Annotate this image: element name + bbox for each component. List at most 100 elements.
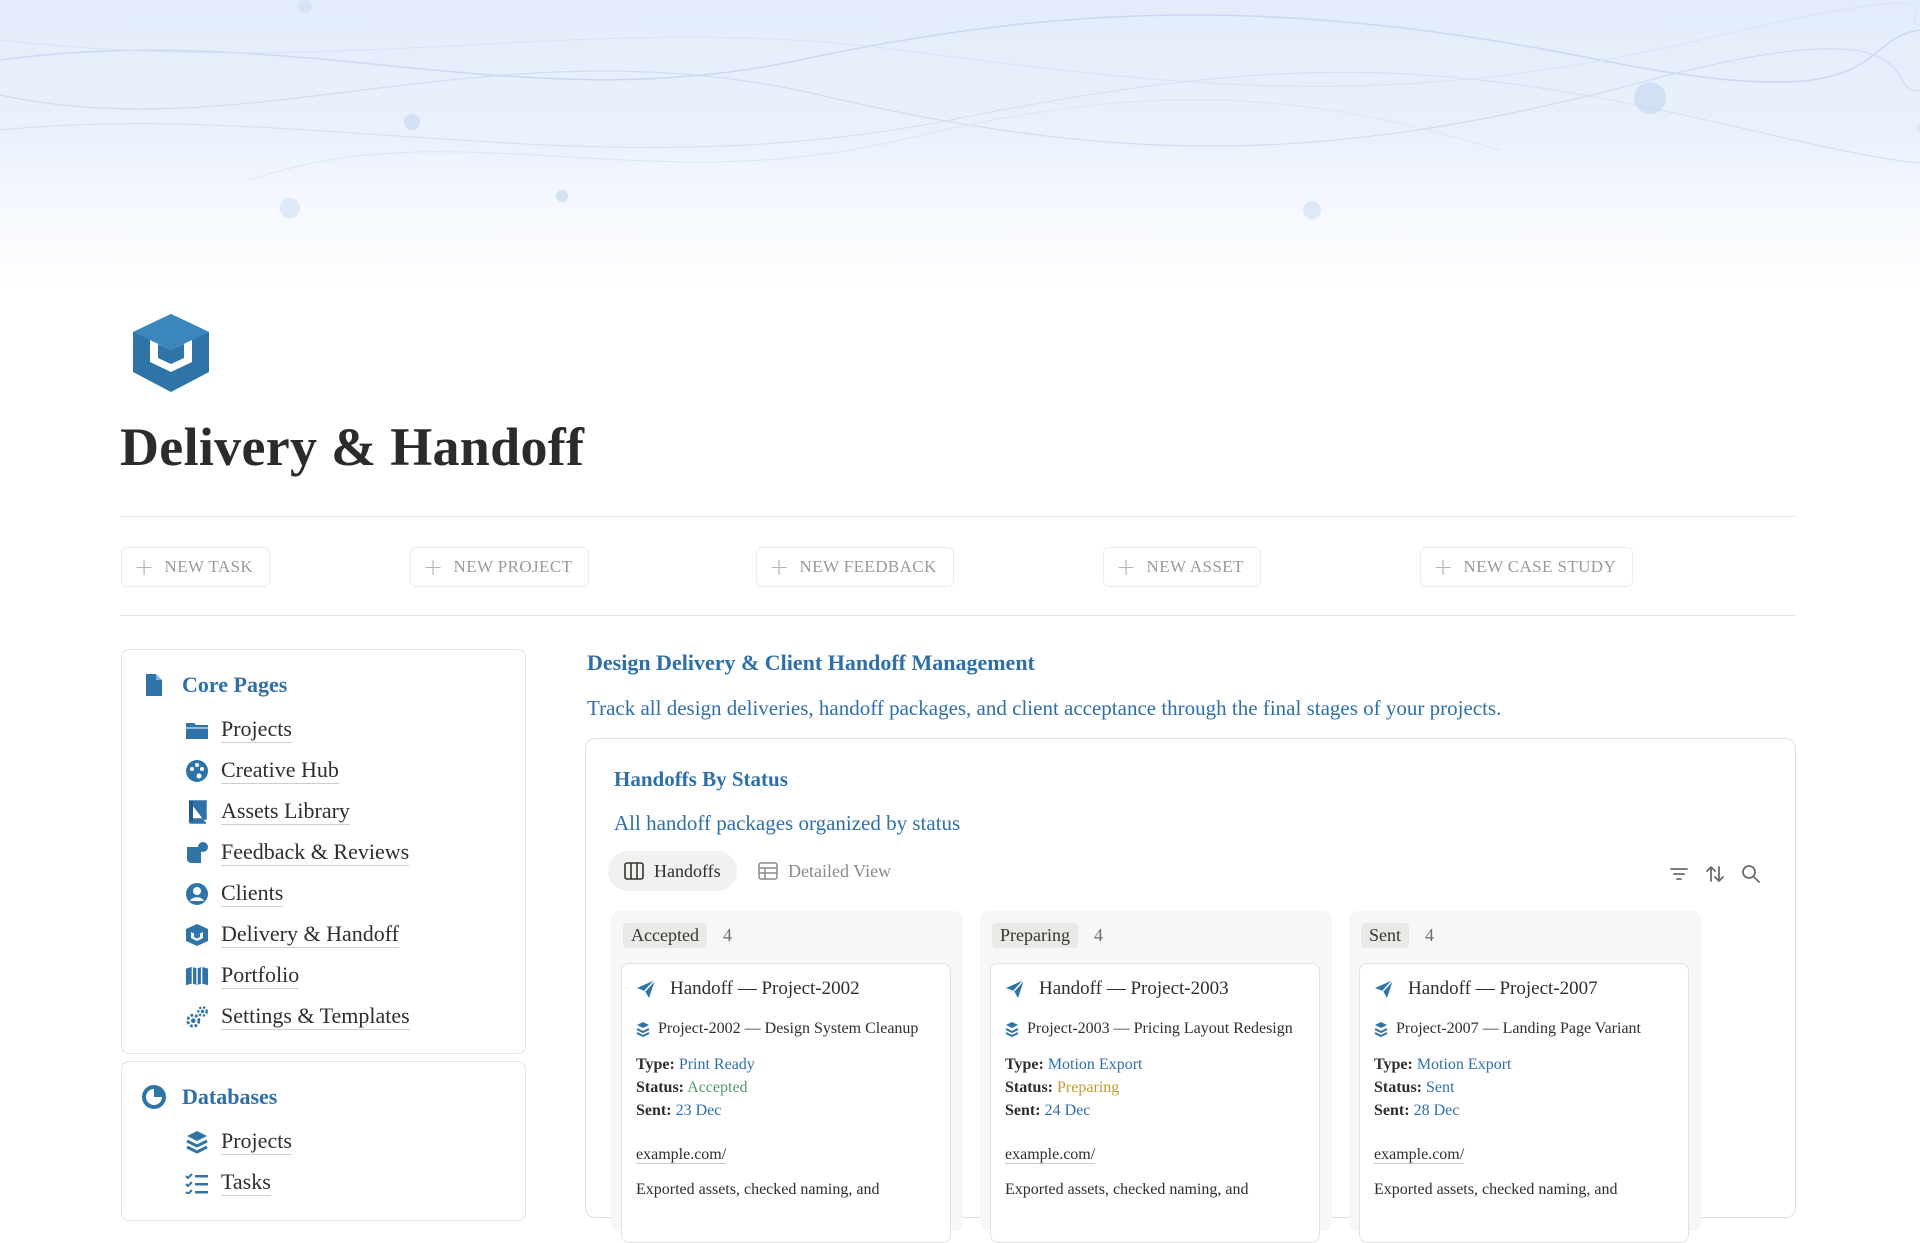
paper-plane-icon bbox=[1375, 979, 1394, 998]
open-book-icon bbox=[185, 964, 209, 988]
type-value: Motion Export bbox=[1047, 1056, 1143, 1073]
type-value: Motion Export bbox=[1416, 1056, 1512, 1073]
column-count: 4 bbox=[722, 925, 732, 945]
status-value: Accepted bbox=[687, 1079, 748, 1096]
nav-item-creative-hub[interactable]: Creative Hub bbox=[185, 757, 339, 784]
document-icon bbox=[146, 674, 162, 696]
search-icon[interactable] bbox=[1740, 863, 1762, 885]
card-title-text: Handoff — Project-2002 bbox=[670, 978, 860, 999]
link-text[interactable]: example.com/ bbox=[1374, 1146, 1465, 1164]
card-title: Handoff — Project-2007 bbox=[1374, 978, 1598, 1000]
database-title[interactable]: Handoffs By Status bbox=[614, 767, 788, 792]
board-column-accepted: Accepted 4 Handoff — Project-2002 Projec… bbox=[611, 911, 963, 1243]
folder-icon bbox=[185, 718, 209, 742]
column-header[interactable]: Accepted 4 bbox=[623, 923, 732, 948]
card-project-text: Project-2003 — Pricing Layout Redesign bbox=[1027, 1020, 1293, 1037]
section-description: Track all design deliveries, handoff pac… bbox=[587, 696, 1502, 720]
card-title: Handoff — Project-2002 bbox=[636, 978, 860, 1000]
nav-item-label: Projects bbox=[221, 1128, 292, 1155]
nav-item-db-tasks[interactable]: Tasks bbox=[185, 1169, 271, 1196]
checklist-icon bbox=[185, 1171, 209, 1195]
tab-handoffs[interactable]: Handoffs bbox=[608, 851, 737, 891]
card-project-relation[interactable]: Project-2003 — Pricing Layout Redesign bbox=[1005, 1020, 1293, 1038]
core-pages-title: Core Pages bbox=[182, 672, 288, 697]
column-header[interactable]: Preparing 4 bbox=[992, 923, 1103, 948]
link-text[interactable]: example.com/ bbox=[636, 1146, 727, 1164]
nav-item-assets-library[interactable]: Assets Library bbox=[185, 798, 350, 825]
nav-item-label: Settings & Templates bbox=[221, 1003, 410, 1030]
board-icon bbox=[624, 862, 644, 880]
plus-icon: + bbox=[769, 553, 790, 581]
column-count: 4 bbox=[1093, 925, 1103, 945]
nav-item-label: Clients bbox=[221, 880, 284, 907]
card-link[interactable]: example.com/ bbox=[636, 1146, 727, 1164]
nav-item-settings-templates[interactable]: Settings & Templates bbox=[185, 1003, 410, 1030]
status-label: Status: bbox=[636, 1079, 685, 1096]
nav-item-projects[interactable]: Projects bbox=[185, 716, 292, 743]
nav-item-feedback-reviews[interactable]: Feedback & Reviews bbox=[185, 839, 410, 866]
nav-item-label: Assets Library bbox=[221, 798, 350, 825]
handoff-card[interactable]: Handoff — Project-2003 Project-2003 — Pr… bbox=[990, 963, 1320, 1243]
plus-icon: + bbox=[1116, 553, 1137, 581]
filter-icon[interactable] bbox=[1668, 863, 1690, 885]
card-project-relation[interactable]: Project-2002 — Design System Cleanup bbox=[636, 1020, 918, 1038]
link-text[interactable]: example.com/ bbox=[1005, 1146, 1096, 1164]
card-type: Type: Motion Export bbox=[1005, 1056, 1142, 1074]
databases-title: Databases bbox=[182, 1084, 278, 1109]
sent-label: Sent: bbox=[1374, 1102, 1410, 1119]
status-value: Sent bbox=[1426, 1079, 1455, 1096]
gears-icon bbox=[185, 1005, 209, 1029]
table-icon bbox=[758, 862, 778, 880]
databases-heading[interactable]: Databases bbox=[142, 1084, 277, 1110]
board-column-preparing: Preparing 4 Handoff — Project-2003 Proje… bbox=[980, 911, 1332, 1243]
status-value: Preparing bbox=[1057, 1079, 1120, 1096]
paper-plane-icon bbox=[1006, 979, 1025, 998]
handoff-card[interactable]: Handoff — Project-2002 Project-2002 — De… bbox=[621, 963, 951, 1243]
handoff-card[interactable]: Handoff — Project-2007 Project-2007 — La… bbox=[1359, 963, 1689, 1243]
card-link[interactable]: example.com/ bbox=[1374, 1146, 1465, 1164]
new-case-study-label: NEW CASE STUDY bbox=[1463, 557, 1617, 576]
tab-label: Detailed View bbox=[788, 860, 892, 881]
nav-item-db-projects[interactable]: Projects bbox=[185, 1128, 292, 1155]
tab-detailed-view[interactable]: Detailed View bbox=[742, 851, 907, 891]
book-icon bbox=[185, 799, 209, 824]
card-type: Type: Motion Export bbox=[1374, 1056, 1511, 1074]
new-feedback-button[interactable]: + NEW FEEDBACK bbox=[756, 547, 954, 587]
new-task-label: NEW TASK bbox=[164, 557, 254, 576]
cover-wave-pattern bbox=[0, 0, 1920, 219]
card-project-text: Project-2007 — Landing Page Variant bbox=[1396, 1020, 1641, 1037]
new-asset-button[interactable]: + NEW ASSET bbox=[1103, 547, 1261, 587]
new-feedback-label: NEW FEEDBACK bbox=[799, 557, 937, 576]
core-pages-card: Core Pages Projects Creative Hub Assets … bbox=[121, 649, 526, 1054]
new-project-button[interactable]: + NEW PROJECT bbox=[410, 547, 590, 587]
column-status-pill: Accepted bbox=[623, 923, 707, 948]
chat-bubble-icon bbox=[185, 841, 209, 865]
layers-icon bbox=[636, 1022, 650, 1037]
new-task-button[interactable]: + NEW TASK bbox=[121, 547, 271, 587]
new-case-study-button[interactable]: + NEW CASE STUDY bbox=[1420, 547, 1634, 587]
column-header[interactable]: Sent 4 bbox=[1361, 923, 1434, 948]
type-label: Type: bbox=[1374, 1056, 1413, 1073]
pie-chart-icon bbox=[142, 1085, 166, 1109]
card-title-text: Handoff — Project-2007 bbox=[1408, 978, 1598, 999]
sort-icon[interactable] bbox=[1704, 863, 1726, 885]
card-type: Type: Print Ready bbox=[636, 1056, 755, 1074]
plus-icon: + bbox=[134, 553, 155, 581]
page-title: Delivery & Handoff bbox=[120, 417, 585, 477]
sent-value: 23 Dec bbox=[675, 1102, 722, 1119]
layers-icon bbox=[1005, 1022, 1019, 1037]
card-title: Handoff — Project-2003 bbox=[1005, 978, 1229, 1000]
card-status: Status: Preparing bbox=[1005, 1079, 1119, 1097]
sent-label: Sent: bbox=[636, 1102, 672, 1119]
core-pages-heading[interactable]: Core Pages bbox=[142, 672, 287, 698]
card-project-relation[interactable]: Project-2007 — Landing Page Variant bbox=[1374, 1020, 1641, 1038]
layers-icon bbox=[185, 1130, 209, 1154]
nav-item-portfolio[interactable]: Portfolio bbox=[185, 962, 300, 989]
card-notes: Exported assets, checked naming, and bbox=[636, 1181, 880, 1198]
card-notes: Exported assets, checked naming, and bbox=[1005, 1181, 1249, 1198]
nav-item-clients[interactable]: Clients bbox=[185, 880, 284, 907]
nav-item-delivery-handoff[interactable]: Delivery & Handoff bbox=[185, 921, 399, 948]
card-sent: Sent: 23 Dec bbox=[636, 1102, 721, 1120]
person-circle-icon bbox=[185, 882, 209, 906]
card-link[interactable]: example.com/ bbox=[1005, 1146, 1096, 1164]
